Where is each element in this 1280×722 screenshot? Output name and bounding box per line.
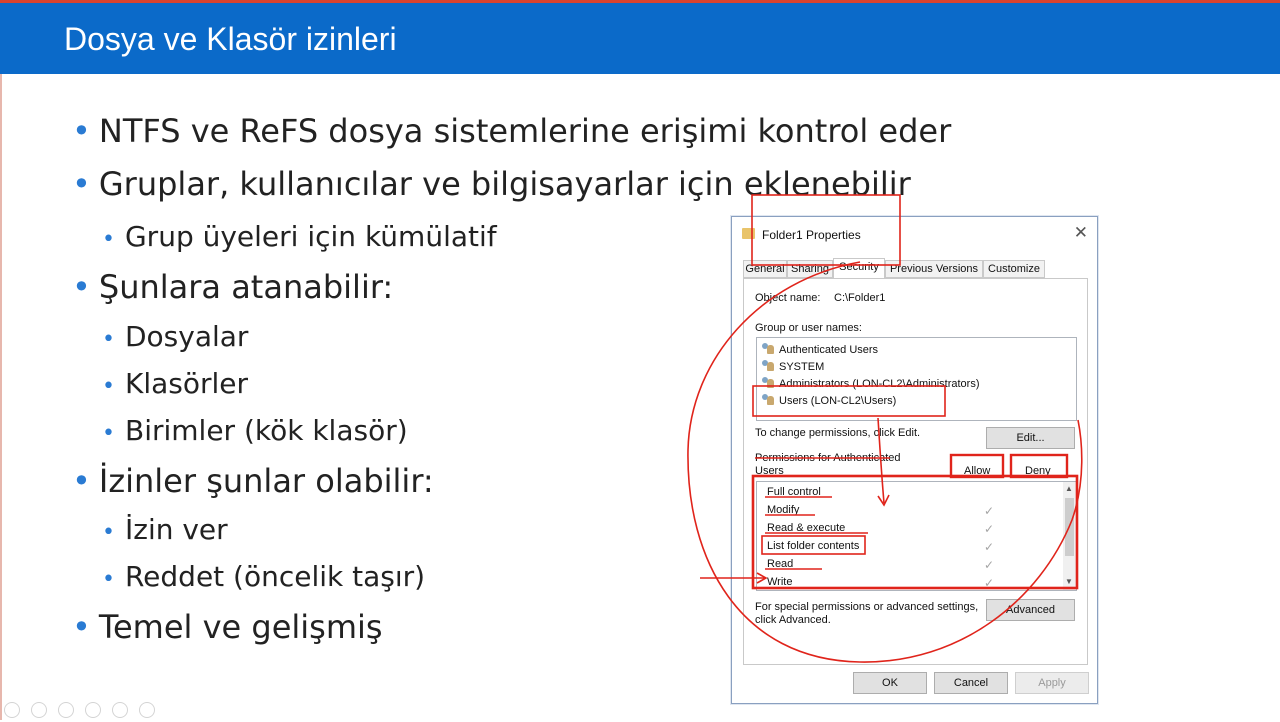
tab-previous-versions[interactable]: Previous Versions: [885, 260, 983, 278]
pen-icon[interactable]: [58, 702, 75, 718]
users-icon: [761, 360, 775, 371]
list-item[interactable]: Authenticated Users: [761, 343, 878, 356]
next-icon[interactable]: [31, 702, 48, 718]
tab-general[interactable]: General: [743, 260, 787, 278]
sub-bullet-item: • İzin ver: [102, 513, 228, 546]
special-permissions-text: For special permissions or advanced sett…: [755, 601, 979, 613]
tab-sharing[interactable]: Sharing: [787, 260, 833, 278]
chevron-down-icon[interactable]: ▼: [1065, 577, 1073, 586]
slides-icon[interactable]: [85, 702, 102, 718]
left-border-line: [0, 74, 2, 720]
permission-row: Modify ✓: [767, 504, 995, 518]
object-name-label: Object name:: [755, 292, 821, 304]
permission-row: List folder contents ✓: [767, 540, 995, 554]
bullet-dot-icon: •: [102, 227, 115, 252]
permission-row: Read & execute ✓: [767, 522, 995, 536]
tab-customize[interactable]: Customize: [983, 260, 1045, 278]
permissions-list: Full control Modify ✓ Read & execute ✓ Lis…: [756, 481, 1064, 591]
sub-bullet-item: • Grup üyeleri için kümülatif: [102, 220, 497, 253]
list-item[interactable]: Administrators (LON-CL2\Administrators): [761, 377, 980, 390]
tab-security[interactable]: Security: [833, 258, 885, 279]
user-list: Authenticated Users SYSTEM Administrator…: [756, 337, 1077, 421]
permission-row: Write ✓: [767, 576, 995, 590]
apply-button[interactable]: Apply: [1015, 672, 1089, 694]
group-names-label: Group or user names:: [755, 322, 862, 334]
permissions-for-label-user: Users: [755, 465, 784, 477]
sub-bullet-item: • Reddet (öncelik taşır): [102, 560, 426, 593]
bullet-dot-icon: •: [72, 112, 91, 150]
bullet-item: • İzinler şunlar olabilir:: [72, 462, 434, 500]
sub-bullet-item: • Birimler (kök klasör): [102, 414, 408, 447]
checkmark-icon: ✓: [984, 522, 995, 536]
checkmark-icon: ✓: [984, 576, 995, 590]
permission-row: Full control: [767, 486, 821, 498]
bullet-item: • NTFS ve ReFS dosya sistemlerine erişimi…: [72, 112, 952, 150]
special-permissions-text-2: click Advanced.: [755, 614, 831, 626]
folder-icon: [742, 228, 755, 239]
checkmark-icon: ✓: [984, 504, 995, 518]
more-icon[interactable]: [139, 702, 156, 718]
users-icon: [761, 394, 775, 405]
bullet-item: • Şunlara atanabilir:: [72, 268, 394, 306]
scrollbar-thumb[interactable]: [1065, 498, 1074, 556]
users-icon: [761, 343, 775, 354]
sub-bullet-item: • Dosyalar: [102, 320, 249, 353]
bullet-dot-icon: •: [72, 608, 91, 646]
chevron-up-icon[interactable]: ▲: [1065, 484, 1073, 493]
previous-icon[interactable]: [4, 702, 20, 718]
bullet-dot-icon: •: [102, 567, 115, 592]
bullet-dot-icon: •: [102, 374, 115, 399]
presentation-toolbar: [4, 702, 161, 722]
bullet-item: • Temel ve gelişmiş: [72, 608, 383, 646]
slide-title: Dosya ve Klasör izinleri: [64, 21, 397, 57]
deny-column-header: Deny: [1025, 465, 1051, 477]
folder-properties-dialog: Folder1 Properties ✕ General Sharing Sec…: [731, 216, 1098, 704]
bullet-dot-icon: •: [102, 327, 115, 352]
security-tab-panel: Object name: C:\Folder1 Group or user na…: [743, 278, 1088, 665]
bullet-dot-icon: •: [102, 421, 115, 446]
permission-row: Read ✓: [767, 558, 995, 572]
zoom-icon[interactable]: [112, 702, 129, 718]
ok-button[interactable]: OK: [853, 672, 927, 694]
permissions-scrollbar[interactable]: ▲ ▼: [1063, 481, 1077, 591]
dialog-title: Folder1 Properties: [762, 228, 861, 242]
close-icon[interactable]: ✕: [1074, 223, 1088, 243]
object-name-value: C:\Folder1: [834, 292, 886, 304]
bullet-dot-icon: •: [72, 268, 91, 306]
checkmark-icon: ✓: [984, 540, 995, 554]
change-permissions-text: To change permissions, click Edit.: [755, 427, 921, 439]
bullet-dot-icon: •: [72, 462, 91, 500]
cancel-button[interactable]: Cancel: [934, 672, 1008, 694]
advanced-button[interactable]: Advanced: [986, 599, 1075, 621]
slide-title-bar: Dosya ve Klasör izinleri: [0, 3, 1280, 74]
bullet-dot-icon: •: [72, 165, 91, 203]
users-icon: [761, 377, 775, 388]
sub-bullet-item: • Klasörler: [102, 367, 249, 400]
allow-column-header: Allow: [964, 465, 991, 477]
bullet-item: • Gruplar, kullanıcılar ve bilgisayarlar …: [72, 165, 911, 203]
bullet-dot-icon: •: [102, 520, 115, 545]
permissions-for-label: Permissions for Authenticated: [755, 452, 901, 464]
checkmark-icon: ✓: [984, 558, 995, 572]
edit-button[interactable]: Edit...: [986, 427, 1075, 449]
list-item[interactable]: SYSTEM: [761, 360, 824, 373]
list-item[interactable]: Users (LON-CL2\Users): [761, 394, 896, 407]
